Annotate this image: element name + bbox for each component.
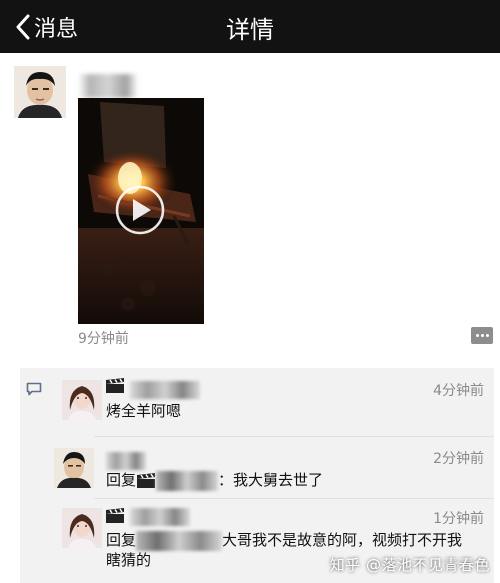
watermark: 知乎 @落池不见青春色 bbox=[329, 556, 490, 574]
author-name-blurred bbox=[78, 74, 138, 98]
commenter-name-blurred bbox=[106, 452, 146, 470]
name-blurred bbox=[136, 530, 223, 551]
more-icon[interactable] bbox=[471, 327, 493, 344]
comment-text: 烤全羊阿嗯 bbox=[106, 402, 182, 420]
comment-section: 4分钟前 烤全羊阿嗯 2分钟前 回复 ：我大舅去世了 1分钟前 回复 大哥我不是… bbox=[20, 368, 494, 583]
bonfire-video-frame bbox=[78, 98, 204, 324]
comment-divider bbox=[94, 436, 494, 437]
comment-icon bbox=[26, 382, 42, 396]
video-thumbnail[interactable] bbox=[78, 98, 204, 324]
comment-reply-line: 回复 大哥我不是故意的阿，视频打不开我 bbox=[106, 529, 462, 551]
comment-timestamp: 1分钟前 bbox=[433, 511, 484, 527]
commenter-avatar[interactable] bbox=[62, 508, 102, 548]
comment-divider bbox=[94, 498, 494, 499]
top-navigation-bar: 消息 详情 bbox=[0, 0, 500, 53]
comment-timestamp: 2分钟前 bbox=[433, 451, 484, 467]
post-timestamp: 9分钟前 bbox=[78, 331, 129, 347]
commenter-name-blurred bbox=[130, 508, 190, 526]
comment-text: 大哥我不是故意的阿，视频打不开我 bbox=[222, 531, 463, 549]
page-title: 详情 bbox=[226, 16, 274, 44]
moments-detail-screen: 消息 详情 9分钟前 4分钟前 烤全羊阿嗯 2分钟前 回复 ：我大舅去世了 1分… bbox=[0, 0, 500, 583]
comment-text-continued: 瞎猜的 bbox=[106, 551, 152, 569]
clapperboard-icon bbox=[137, 472, 156, 488]
comment-timestamp: 4分钟前 bbox=[433, 383, 484, 399]
comment-reply-line: 回复 ：我大舅去世了 bbox=[106, 469, 323, 491]
comment-text: ：我大舅去世了 bbox=[218, 471, 324, 489]
author-avatar[interactable] bbox=[14, 66, 66, 118]
commenter-avatar[interactable] bbox=[54, 448, 94, 488]
clapperboard-icon bbox=[106, 378, 124, 393]
commenter-name-blurred bbox=[130, 381, 200, 399]
clapperboard-icon bbox=[106, 508, 124, 523]
name-blurred bbox=[156, 470, 219, 491]
reply-prefix: 回复 bbox=[106, 471, 137, 489]
commenter-avatar[interactable] bbox=[62, 380, 102, 420]
reply-prefix: 回复 bbox=[106, 531, 137, 549]
person-photo bbox=[14, 66, 66, 118]
